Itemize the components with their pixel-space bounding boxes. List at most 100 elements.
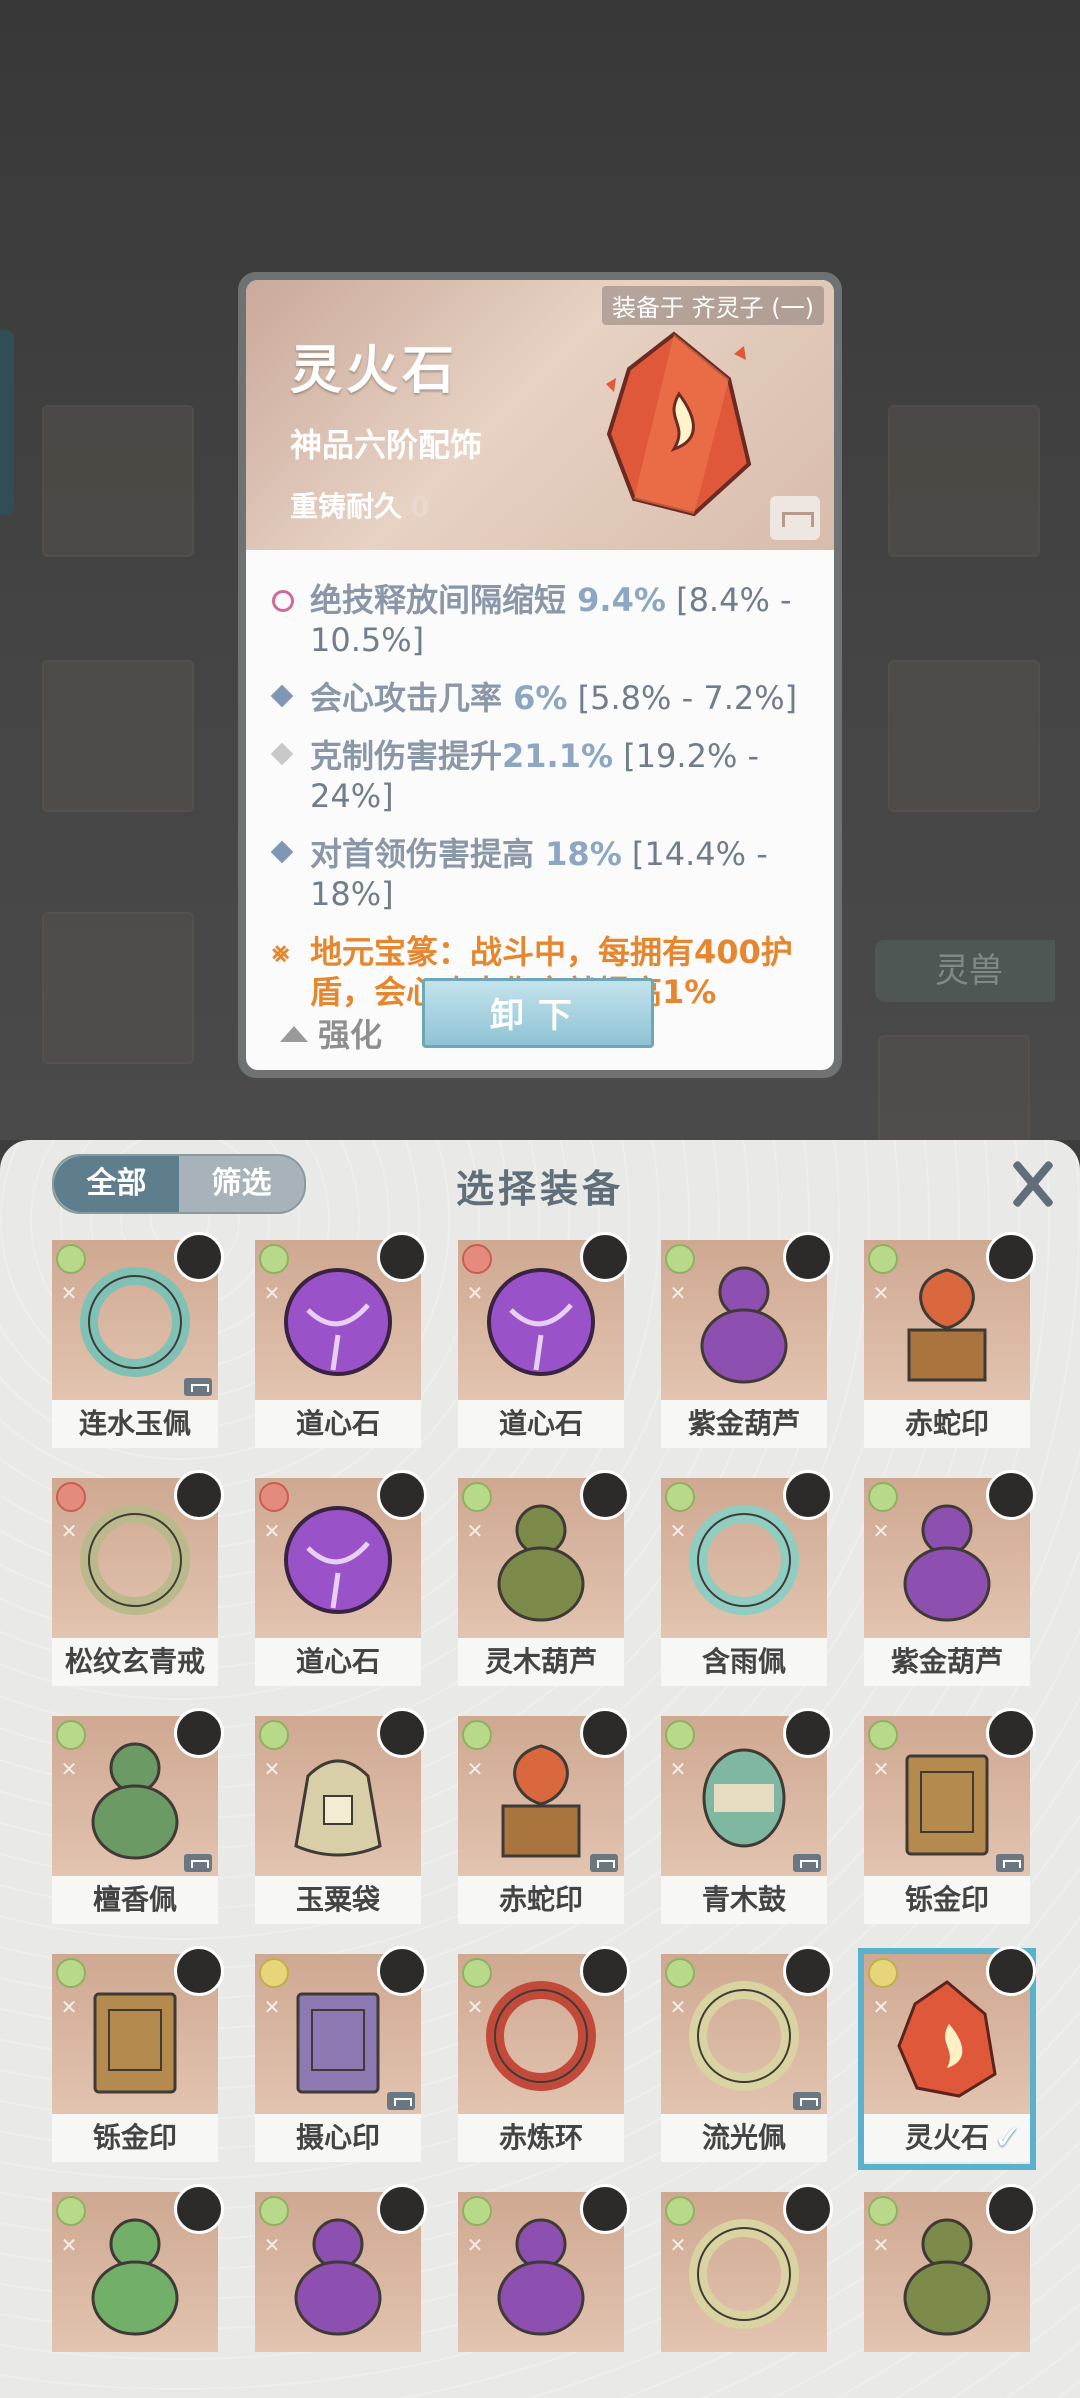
owner-avatar xyxy=(783,1232,833,1282)
bg-slot xyxy=(888,405,1040,557)
lock-tag-icon xyxy=(590,1854,618,1872)
equipment-slot[interactable]: ✕ 流光佩 xyxy=(661,1946,833,2164)
rank-icon xyxy=(259,1244,289,1274)
equipment-slot[interactable]: ✕ xyxy=(255,2184,427,2398)
lock-tag-icon xyxy=(793,2092,821,2110)
durability-label: 重铸耐久 xyxy=(290,490,403,523)
left-edge-tab xyxy=(0,330,14,515)
sigil-icon: ✕ xyxy=(872,1281,890,1305)
owner-avatar xyxy=(377,1232,427,1282)
owner-avatar xyxy=(377,1946,427,1996)
equipment-name: 铄金印 xyxy=(52,2114,218,2162)
equipment-slot[interactable]: ✕ 道心石 xyxy=(255,1232,427,1450)
sigil-icon: ✕ xyxy=(263,1995,281,2019)
sigil-icon: ✕ xyxy=(60,1995,78,2019)
owner-avatar xyxy=(580,1470,630,1520)
rank-icon xyxy=(462,1482,492,1512)
equipment-slot[interactable]: ✕ 道心石 xyxy=(458,1232,630,1450)
equipment-slot[interactable]: ✕ xyxy=(458,2184,630,2398)
rank-icon xyxy=(56,1244,86,1274)
sigil-icon: ✕ xyxy=(466,1519,484,1543)
lock-tag-icon xyxy=(387,2092,415,2110)
rank-icon xyxy=(462,1244,492,1274)
sigil-icon: ✕ xyxy=(466,2233,484,2257)
owner-avatar xyxy=(783,1708,833,1758)
lock-tag-icon xyxy=(184,1378,212,1396)
rank-icon xyxy=(868,1958,898,1988)
owner-avatar xyxy=(580,2184,630,2234)
equipment-slot[interactable]: ✕ xyxy=(661,2184,833,2398)
rank-icon xyxy=(868,1482,898,1512)
rank-icon xyxy=(259,1482,289,1512)
rank-icon xyxy=(665,2196,695,2226)
owner-avatar xyxy=(174,2184,224,2234)
stat-row: 克制伤害提升21.1% [19.2% - 24%] xyxy=(270,736,820,816)
owner-avatar xyxy=(783,2184,833,2234)
equipment-name: 流光佩 xyxy=(661,2114,827,2162)
owner-avatar xyxy=(377,1470,427,1520)
owner-avatar xyxy=(783,1470,833,1520)
owner-avatar xyxy=(986,1232,1036,1282)
equipment-slot[interactable]: ✕ 紫金葫芦 xyxy=(864,1470,1036,1688)
rank-icon xyxy=(56,2196,86,2226)
checkmark-icon: ✓ xyxy=(993,2118,1023,2158)
equipment-slot[interactable]: ✕ 摄心印 xyxy=(255,1946,427,2164)
equipment-slot[interactable]: ✕ 赤炼环 xyxy=(458,1946,630,2164)
rank-icon xyxy=(56,1482,86,1512)
rank-icon xyxy=(665,1244,695,1274)
equipment-slot[interactable]: ✕ 灵火石 ✓ xyxy=(858,1946,1036,2170)
sigil-icon: ✕ xyxy=(872,2233,890,2257)
flame-stone-icon xyxy=(606,331,752,517)
equipment-slot[interactable]: ✕ 紫金葫芦 xyxy=(661,1232,833,1450)
equipment-slot[interactable]: ✕ 檀香佩 xyxy=(52,1708,224,1926)
sigil-icon: ✕ xyxy=(466,1995,484,2019)
stat-bullet-icon xyxy=(270,684,294,708)
equipment-slot[interactable]: ✕ 连水玉佩 xyxy=(52,1232,224,1450)
equipment-name: 紫金葫芦 xyxy=(661,1400,827,1448)
equipment-slot[interactable]: ✕ 灵木葫芦 xyxy=(458,1470,630,1688)
equipment-name: 灵木葫芦 xyxy=(458,1638,624,1686)
equipment-slot[interactable]: ✕ xyxy=(52,2184,224,2398)
equipment-slot[interactable]: ✕ 赤蛇印 xyxy=(458,1708,630,1926)
owner-avatar xyxy=(783,1946,833,1996)
item-name: 灵火石 xyxy=(290,341,459,401)
equipment-name: 摄心印 xyxy=(255,2114,421,2162)
lock-tag-icon xyxy=(996,1854,1024,1872)
stat-bullet-icon xyxy=(270,742,294,766)
lock-tag-icon xyxy=(184,1854,212,1872)
lock-icon[interactable] xyxy=(770,496,820,540)
equipment-slot[interactable]: ✕ 赤蛇印 xyxy=(864,1232,1036,1450)
rank-icon xyxy=(259,2196,289,2226)
owner-avatar xyxy=(377,2184,427,2234)
equipment-slot[interactable]: ✕ 铄金印 xyxy=(52,1946,224,2164)
equipment-slot[interactable]: ✕ 玉粟袋 xyxy=(255,1708,427,1926)
equipment-name: 松纹玄青戒 xyxy=(52,1638,218,1686)
rank-icon xyxy=(665,1720,695,1750)
sigil-icon: ✕ xyxy=(872,1995,890,2019)
equipment-name: 青木鼓 xyxy=(661,1876,827,1924)
bg-slot xyxy=(42,912,194,1064)
durability: 重铸耐久 0 xyxy=(290,485,430,525)
rank-icon xyxy=(259,1720,289,1750)
equipment-name: 赤炼环 xyxy=(458,2114,624,2162)
lock-tag-icon xyxy=(793,1854,821,1872)
equipment-slot[interactable]: ✕ 青木鼓 xyxy=(661,1708,833,1926)
sigil-icon: ✕ xyxy=(669,2233,687,2257)
equipment-slot[interactable]: ✕ 松纹玄青戒 xyxy=(52,1470,224,1688)
owner-avatar xyxy=(377,1708,427,1758)
equipment-slot[interactable]: ✕ 铄金印 xyxy=(864,1708,1036,1926)
equipment-slot[interactable]: ✕ 含雨佩 xyxy=(661,1470,833,1688)
stats-list: 绝技释放间隔缩短 9.4% [8.4% - 10.5%] 会心攻击几率 6% [… xyxy=(270,580,820,1030)
equipment-slot[interactable]: ✕ xyxy=(864,2184,1036,2398)
rank-icon xyxy=(665,1482,695,1512)
sigil-icon: ✕ xyxy=(263,2233,281,2257)
unload-button[interactable]: 卸下 xyxy=(422,978,654,1048)
equipment-name: 道心石 xyxy=(255,1638,421,1686)
sigil-icon: ✕ xyxy=(466,1757,484,1781)
sigil-icon: ✕ xyxy=(669,1281,687,1305)
equipment-slot[interactable]: ✕ 道心石 xyxy=(255,1470,427,1688)
special-effect-icon: ⨳ xyxy=(272,935,290,968)
sigil-icon: ✕ xyxy=(263,1519,281,1543)
close-icon[interactable] xyxy=(1006,1158,1058,1210)
strengthen-button[interactable]: 强化 xyxy=(280,1010,382,1056)
